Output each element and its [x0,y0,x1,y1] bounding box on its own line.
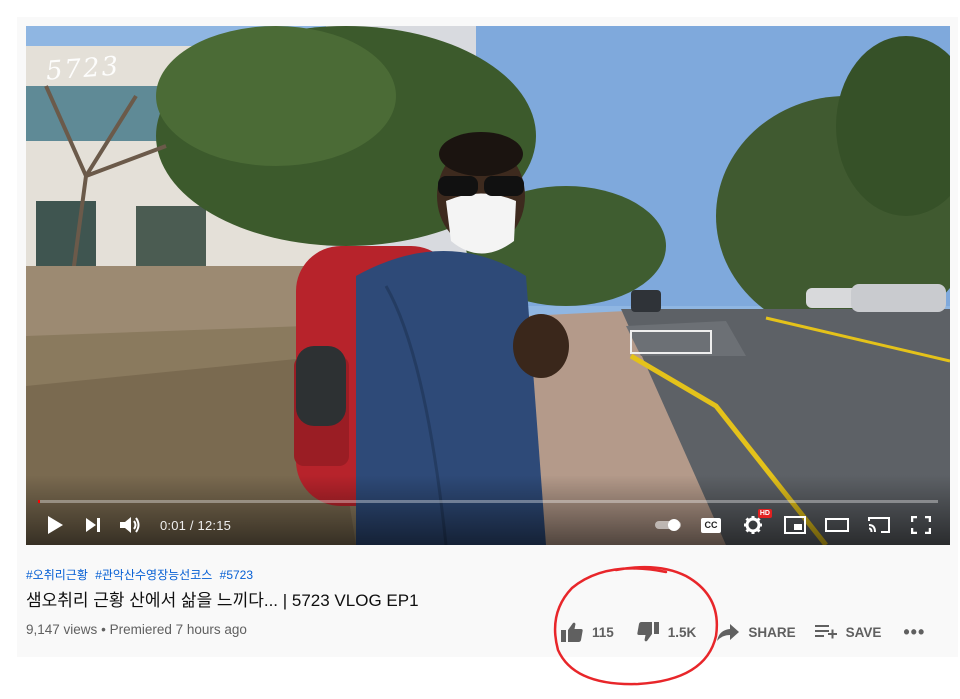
autoplay-toggle[interactable] [654,512,684,538]
volume-icon [120,517,140,533]
youtube-watch-page: 5723 0:01 / 12:15 CC HD #오취리근황 #관악산수영장능선… [0,0,960,699]
hashtag-link[interactable]: #오취리근황 [26,568,88,582]
thumbs-up-icon [561,622,583,642]
fullscreen-icon [911,516,931,534]
share-button[interactable]: SHARE [716,622,796,642]
view-count: 9,147 views [26,622,98,637]
hashtag-link[interactable]: #5723 [220,568,253,582]
meta-separator: • [101,622,106,637]
controls-right: CC HD [642,509,936,538]
cast-button[interactable] [864,512,894,538]
volume-button[interactable] [116,512,146,538]
save-label: SAVE [845,624,882,640]
subtitles-button[interactable]: CC [696,512,726,538]
controls-left: 0:01 / 12:15 [40,512,231,538]
like-button[interactable]: 115 [560,621,614,643]
more-actions-button[interactable]: ••• [903,622,925,643]
theater-icon [825,518,849,532]
premiere-date: Premiered 7 hours ago [109,622,247,637]
video-meta: 9,147 views • Premiered 7 hours ago [26,622,247,637]
player-controls: 0:01 / 12:15 CC HD [26,509,950,540]
add-to-playlist-icon [814,625,837,639]
settings-button[interactable]: HD [738,509,772,538]
hashtag-list: #오취리근황 #관악산수영장능선코스 #5723 [26,566,257,583]
dislike-button[interactable]: 1.5K [636,621,697,643]
time-display: 0:01 / 12:15 [160,518,231,533]
theater-mode-button[interactable] [822,512,852,538]
time-separator: / [189,517,194,533]
hd-badge: HD [757,509,772,518]
progress-bar-fill [38,500,40,503]
video-watermark: 5723 [45,51,122,87]
cast-icon [868,517,890,533]
thumbs-down-icon [637,622,659,642]
share-label: SHARE [748,624,796,640]
next-button[interactable] [78,512,108,538]
next-icon [86,518,100,532]
gear-icon [744,516,762,534]
video-title: 샘오취리 근황 산에서 삶을 느끼다... | 5723 VLOG EP1 [26,591,419,610]
save-button[interactable]: SAVE [814,622,882,642]
hashtag-link[interactable]: #관악산수영장능선코스 [95,568,212,582]
miniplayer-button[interactable] [780,512,810,538]
time-total: 12:15 [197,517,232,533]
time-current: 0:01 [160,517,187,533]
autoplay-toggle-icon [655,519,681,531]
video-player[interactable]: 5723 0:01 / 12:15 CC HD [26,26,950,545]
play-icon [48,516,63,534]
miniplayer-icon [784,516,806,534]
cc-icon: CC [701,517,721,533]
video-frame [26,26,950,545]
like-count: 115 [592,624,614,640]
share-icon [717,624,740,641]
progress-bar[interactable] [38,500,938,503]
fullscreen-button[interactable] [906,512,936,538]
play-button[interactable] [40,512,70,538]
dislike-count: 1.5K [667,624,697,640]
action-bar: 115 1.5K SHARE SAVE ••• [560,618,925,646]
